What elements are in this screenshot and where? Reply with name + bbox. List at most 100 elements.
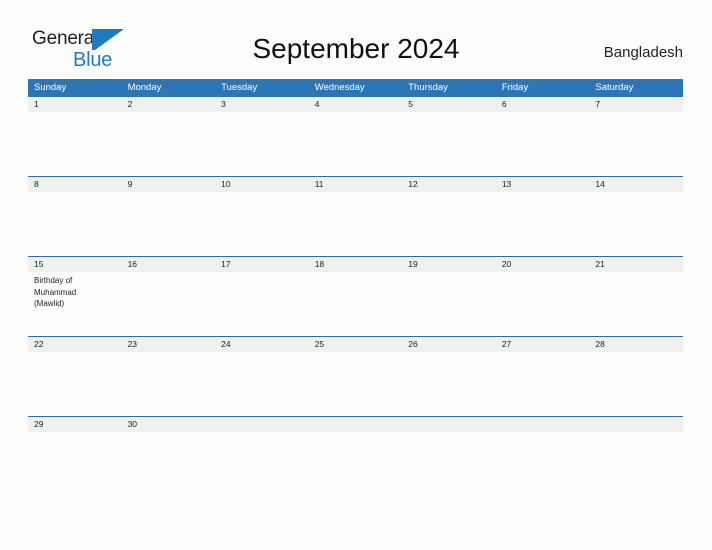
calendar-day-cell[interactable]: 3	[215, 97, 309, 176]
day-number: 5	[402, 97, 496, 112]
day-body: Birthday of Muhammad (Mawlid)	[28, 272, 122, 336]
calendar-day-cell[interactable]: 29	[28, 417, 122, 496]
day-body	[496, 192, 590, 256]
day-body	[122, 192, 216, 256]
day-number: 12	[402, 177, 496, 192]
calendar-day-cell-empty	[308, 417, 403, 496]
calendar-day-cell[interactable]: 4	[308, 97, 403, 176]
calendar-day-cell[interactable]: 28	[589, 337, 683, 416]
day-body	[496, 272, 590, 336]
day-number: 14	[589, 177, 683, 192]
logo-word-general: General	[32, 28, 99, 49]
calendar-day-cell-empty	[215, 417, 309, 496]
calendar-day-cell[interactable]: 15 Birthday of Muhammad (Mawlid)	[28, 257, 122, 336]
day-body	[402, 432, 496, 496]
calendar-day-cell[interactable]: 7	[589, 97, 683, 176]
day-body	[28, 352, 122, 416]
calendar-week-row: 15 Birthday of Muhammad (Mawlid) 16 17 18 19 2…	[28, 256, 683, 336]
page-title: September 2024	[252, 33, 460, 64]
day-body	[589, 432, 683, 496]
calendar-day-strip: 29 30	[28, 417, 683, 496]
day-body	[589, 192, 683, 256]
day-body	[215, 432, 309, 496]
day-number: 2	[121, 97, 216, 112]
country-label: Bangladesh	[603, 44, 683, 61]
day-number: 3	[215, 97, 309, 112]
day-number	[495, 417, 590, 432]
day-number	[308, 417, 403, 432]
day-number: 16	[121, 257, 216, 272]
page-header: General Blue September 2024 Bangladesh	[0, 0, 712, 79]
calendar-day-cell[interactable]: 14	[589, 177, 683, 256]
calendar-day-cell[interactable]: 17	[215, 257, 309, 336]
calendar-day-cell[interactable]: 27	[495, 337, 590, 416]
calendar-day-cell[interactable]: 2	[121, 97, 216, 176]
calendar-day-cell[interactable]: 5	[402, 97, 496, 176]
calendar-day-cell[interactable]: 1	[28, 97, 122, 176]
weekday-header-monday: Monday	[127, 82, 162, 93]
calendar-day-cell[interactable]: 30	[121, 417, 216, 496]
day-body	[122, 112, 216, 176]
logo-word-blue: Blue	[73, 49, 113, 71]
calendar-day-cell[interactable]: 25	[308, 337, 403, 416]
day-number: 6	[495, 97, 590, 112]
day-number: 11	[308, 177, 403, 192]
calendar-day-cell[interactable]: 21	[589, 257, 683, 336]
day-body	[309, 272, 403, 336]
calendar-day-cell[interactable]: 20	[495, 257, 590, 336]
calendar-day-cell[interactable]: 13	[495, 177, 590, 256]
calendar-week-row: 1234567	[28, 97, 683, 176]
weekday-header-tuesday: Tuesday	[221, 82, 258, 93]
calendar-day-cell[interactable]: 6	[495, 97, 590, 176]
day-number: 18	[308, 257, 403, 272]
day-body	[589, 272, 683, 336]
day-body	[122, 352, 216, 416]
calendar-day-cell[interactable]: 23	[121, 337, 216, 416]
calendar-day-cell[interactable]: 10	[215, 177, 309, 256]
day-body	[28, 192, 122, 256]
day-body	[122, 272, 216, 336]
calendar-week-row: 22 23 24 25 26 27 28	[28, 336, 683, 416]
calendar-day-cell[interactable]: 8	[28, 177, 122, 256]
holiday-event-label: Birthday of Muhammad (Mawlid)	[34, 276, 77, 308]
weekday-header-sunday: Sunday	[34, 82, 67, 93]
day-body	[215, 112, 309, 176]
day-number: 27	[495, 337, 590, 352]
calendar-day-cell[interactable]: 11	[308, 177, 403, 256]
day-number	[215, 417, 309, 432]
day-body	[309, 112, 403, 176]
day-number: 30	[121, 417, 216, 432]
day-body	[28, 112, 122, 176]
calendar-day-strip: 22 23 24 25 26 27 28	[28, 337, 683, 416]
calendar-day-cell[interactable]: 12	[402, 177, 496, 256]
day-number: 28	[589, 337, 683, 352]
calendar-day-cell[interactable]: 24	[215, 337, 309, 416]
calendar-week-row: 29 30	[28, 416, 683, 496]
calendar-day-cell[interactable]: 9	[121, 177, 216, 256]
day-number: 8	[28, 177, 122, 192]
weekday-header-row: Sunday Monday Tuesday Wednesday Thursday…	[28, 79, 683, 97]
day-body	[28, 432, 122, 496]
day-number: 1	[28, 97, 122, 112]
day-body	[402, 272, 496, 336]
calendar-day-cell[interactable]: 18	[308, 257, 403, 336]
weekday-header-wednesday: Wednesday	[314, 82, 365, 93]
day-number: 10	[215, 177, 309, 192]
calendar-day-strip: 8 9 10 11 12 13 14	[28, 177, 683, 256]
day-number: 24	[215, 337, 309, 352]
calendar-day-strip: 1234567	[28, 97, 683, 176]
day-number: 25	[308, 337, 403, 352]
calendar-day-cell[interactable]: 19	[402, 257, 496, 336]
day-body	[496, 112, 590, 176]
day-number: 13	[495, 177, 590, 192]
calendar-day-cell[interactable]: 22	[28, 337, 122, 416]
day-body	[309, 432, 403, 496]
day-number: 15	[28, 257, 122, 272]
calendar-day-cell[interactable]: 16	[121, 257, 216, 336]
day-body	[589, 352, 683, 416]
calendar-day-cell[interactable]: 26	[402, 337, 496, 416]
calendar-grid: Sunday Monday Tuesday Wednesday Thursday…	[28, 79, 683, 496]
day-number: 26	[402, 337, 496, 352]
day-number: 9	[121, 177, 216, 192]
day-number	[589, 417, 683, 432]
